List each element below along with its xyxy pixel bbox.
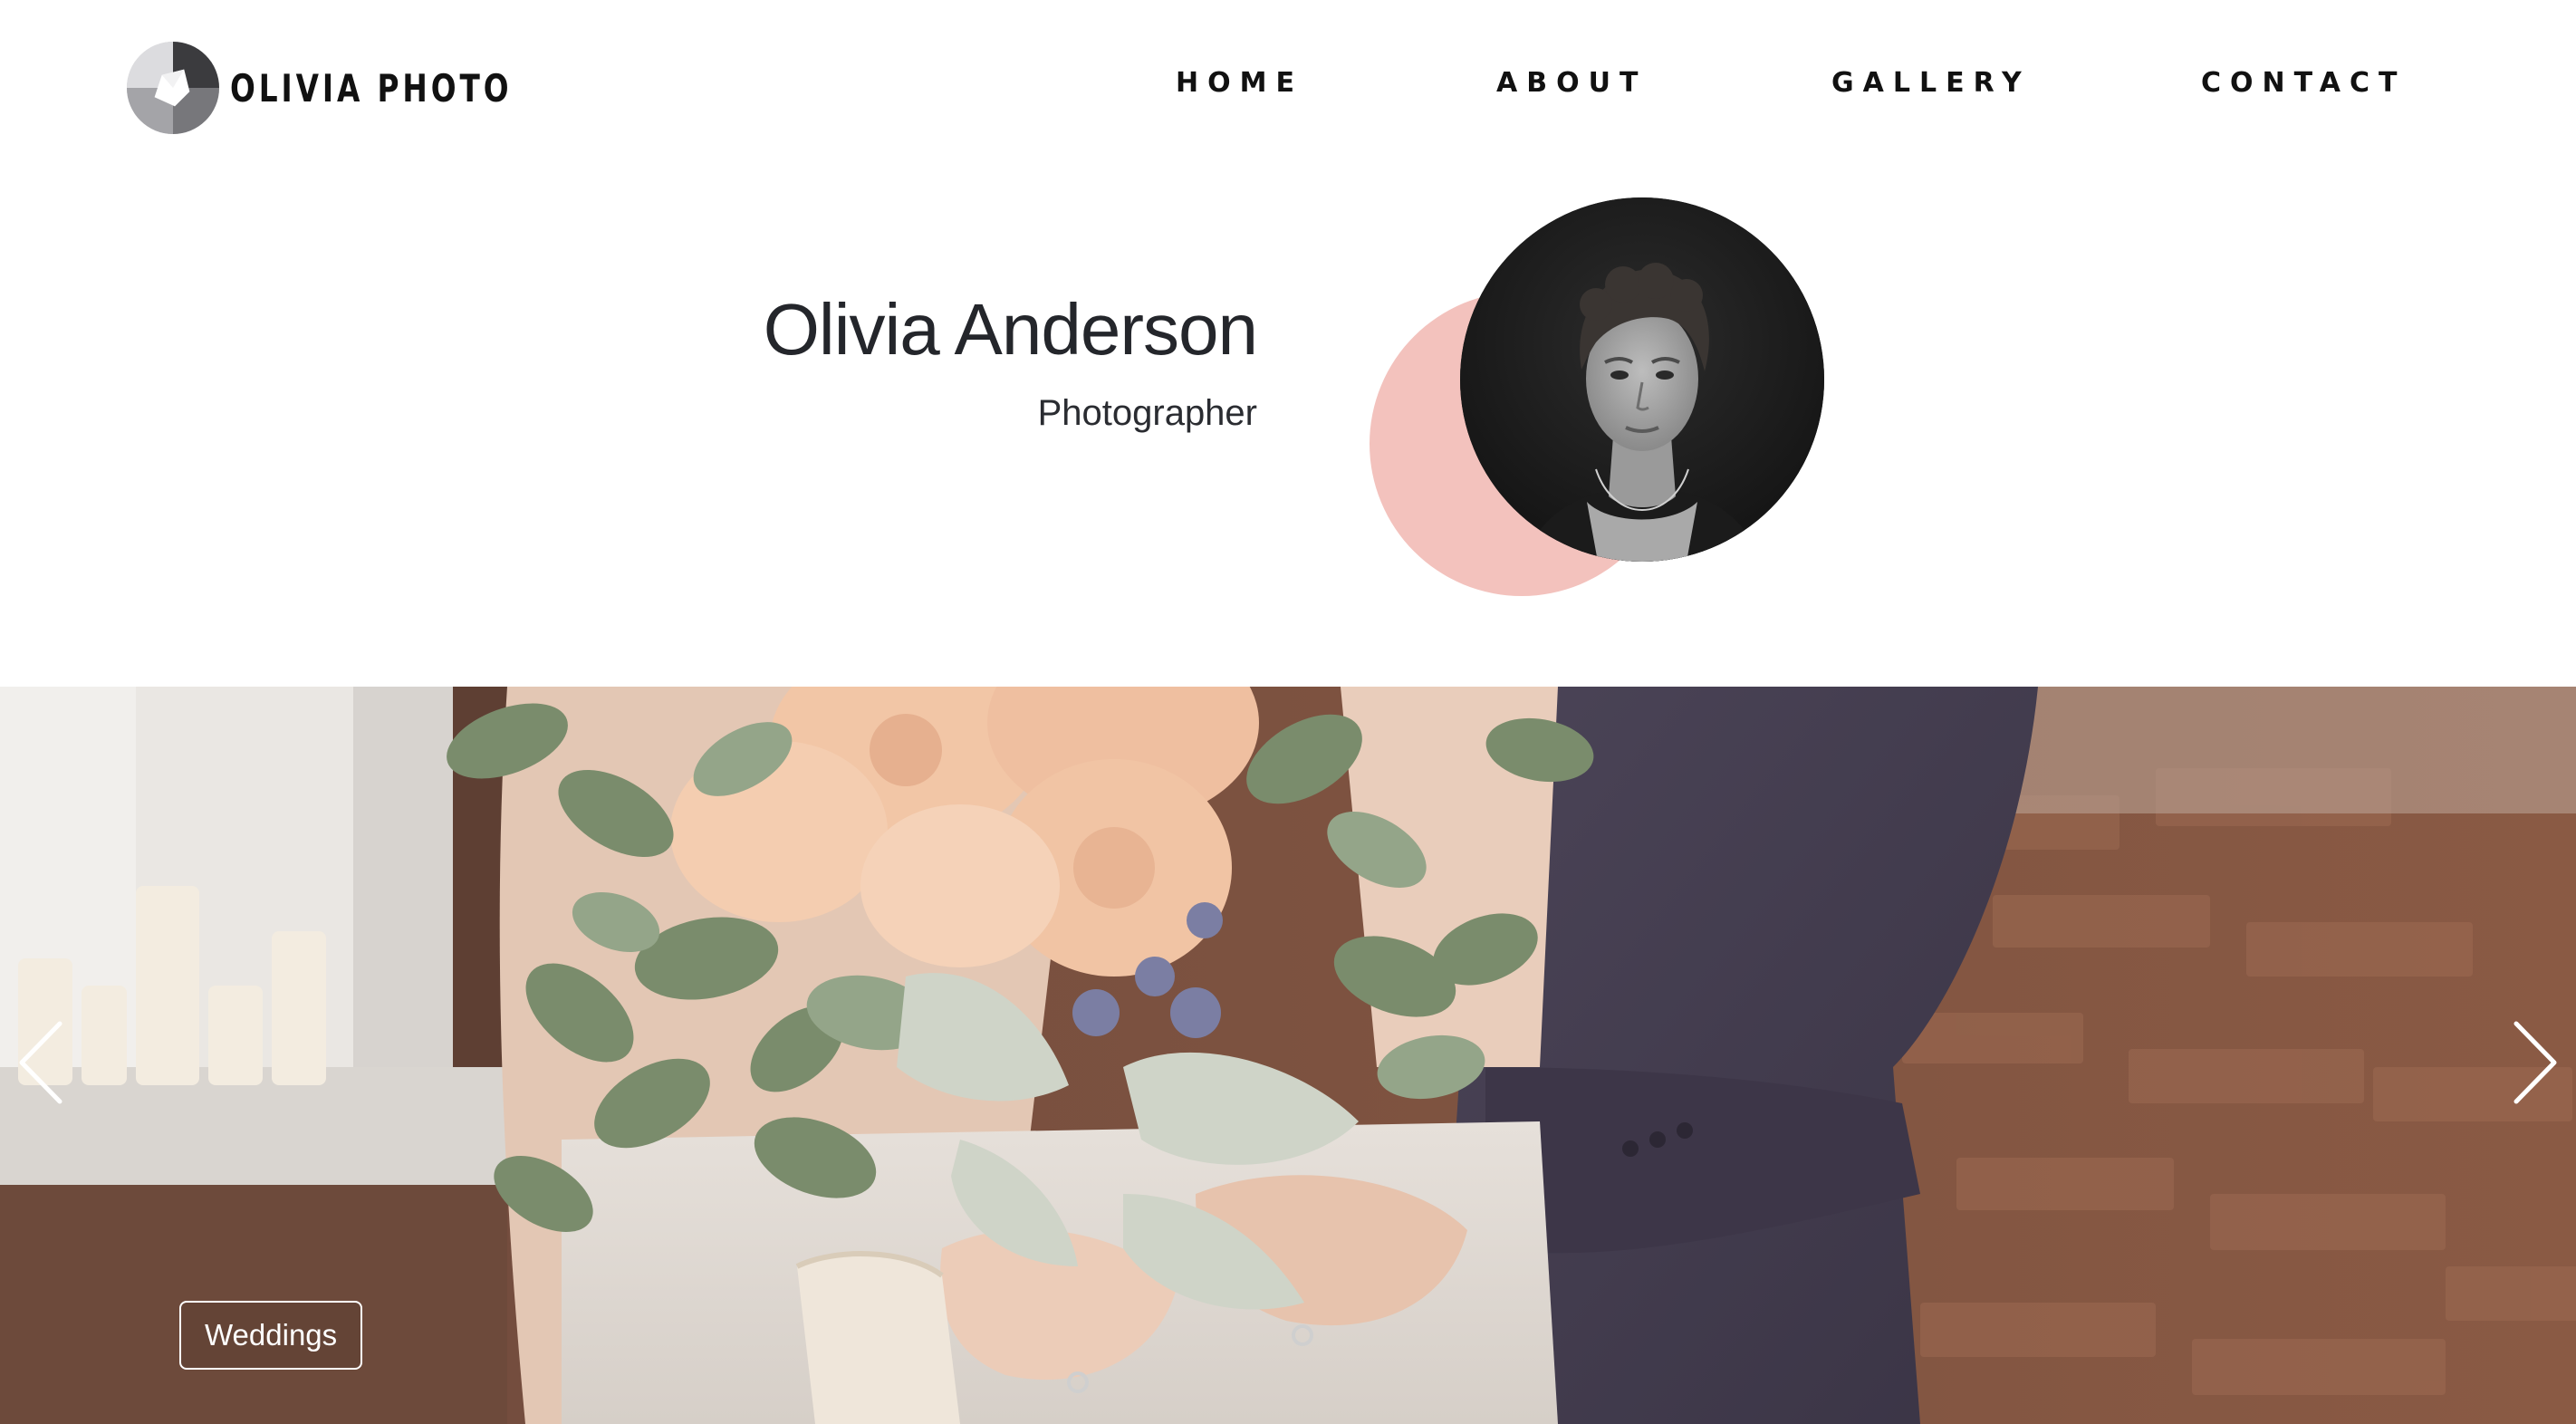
nav-home[interactable]: HOME: [1176, 67, 1303, 99]
profile-role: Photographer: [1037, 393, 1257, 433]
slide-category-button[interactable]: Weddings: [179, 1301, 363, 1370]
profile-portrait: [1460, 197, 1824, 562]
hero-photo: [0, 687, 2576, 1424]
main-nav: HOME ABOUT GALLERY CONTACT: [0, 67, 2576, 107]
slider-next-button[interactable]: [2507, 1013, 2565, 1112]
nav-gallery[interactable]: GALLERY: [1831, 67, 2031, 99]
site-header: OLIVIA PHOTO HOME ABOUT GALLERY CONTACT: [0, 0, 2576, 181]
nav-about[interactable]: ABOUT: [1496, 67, 1647, 99]
nav-contact[interactable]: CONTACT: [2201, 67, 2406, 99]
profile-name: Olivia Anderson: [763, 289, 1258, 370]
hero-slider: Weddings: [0, 687, 2576, 1424]
slider-prev-button[interactable]: [11, 1013, 69, 1112]
